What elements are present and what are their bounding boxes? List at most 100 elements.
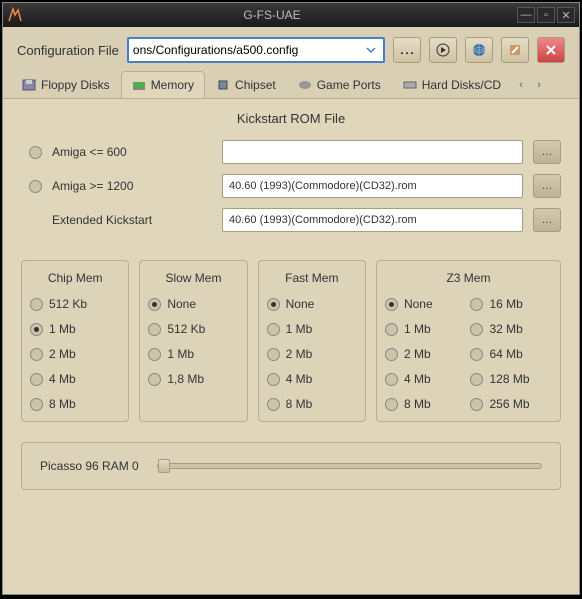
mem-option-label: 32 Mb: [489, 322, 522, 336]
mem-option[interactable]: 4 Mb: [267, 372, 357, 386]
mem-option-label: 16 Mb: [489, 297, 522, 311]
radio-icon[interactable]: [385, 373, 398, 386]
radio-icon[interactable]: [30, 398, 43, 411]
mem-option-label: 1 Mb: [167, 347, 194, 361]
kickstart-label: Amiga >= 1200: [52, 179, 212, 193]
mem-option-label: 4 Mb: [286, 372, 313, 386]
tab-floppy-disks[interactable]: Floppy Disks: [11, 71, 121, 98]
kickstart-input-amiga600[interactable]: [222, 140, 523, 164]
mem-option[interactable]: 8 Mb: [385, 397, 467, 411]
mem-option[interactable]: 1 Mb: [148, 347, 238, 361]
mem-option[interactable]: 2 Mb: [267, 347, 357, 361]
tab-label: Chipset: [235, 78, 276, 92]
kickstart-row-extended: Extended Kickstart …: [21, 208, 561, 232]
mem-option[interactable]: 8 Mb: [30, 397, 120, 411]
mem-option[interactable]: 2 Mb: [30, 347, 120, 361]
radio-icon[interactable]: [470, 398, 483, 411]
radio-icon[interactable]: [148, 298, 161, 311]
radio-icon[interactable]: [148, 348, 161, 361]
tab-scroll-left[interactable]: ‹: [512, 73, 530, 97]
mem-option[interactable]: 4 Mb: [30, 372, 120, 386]
radio-icon[interactable]: [470, 373, 483, 386]
radio-icon[interactable]: [30, 323, 43, 336]
close-button[interactable]: ✕: [557, 7, 575, 23]
maximize-button[interactable]: ▫: [537, 7, 555, 23]
browse-button[interactable]: …: [533, 174, 561, 198]
mem-option-label: 128 Mb: [489, 372, 529, 386]
browse-button[interactable]: …: [533, 140, 561, 164]
globe-button[interactable]: [465, 37, 493, 63]
mem-option[interactable]: 64 Mb: [470, 347, 552, 361]
kickstart-row-amiga1200: Amiga >= 1200 …: [21, 174, 561, 198]
tab-chipset[interactable]: Chipset: [205, 71, 287, 98]
radio-icon[interactable]: [148, 373, 161, 386]
tab-memory[interactable]: Memory: [121, 71, 205, 98]
radio-icon[interactable]: [470, 323, 483, 336]
app-window: G-FS-UAE — ▫ ✕ Configuration File … Flop: [2, 2, 580, 595]
radio-icon[interactable]: [267, 298, 280, 311]
app-icon: [7, 7, 23, 23]
picasso-ram-slider[interactable]: [157, 463, 542, 469]
browse-config-button[interactable]: …: [393, 37, 421, 63]
radio-icon[interactable]: [30, 373, 43, 386]
radio-icon[interactable]: [385, 348, 398, 361]
tab-game-ports[interactable]: Game Ports: [287, 71, 392, 98]
mem-option[interactable]: 1,8 Mb: [148, 372, 238, 386]
mem-option[interactable]: None: [148, 297, 238, 311]
browse-button[interactable]: …: [533, 208, 561, 232]
radio-icon[interactable]: [30, 348, 43, 361]
delete-button[interactable]: [537, 37, 565, 63]
radio-icon[interactable]: [267, 323, 280, 336]
kickstart-input-extended[interactable]: [222, 208, 523, 232]
play-button[interactable]: [429, 37, 457, 63]
edit-button[interactable]: [501, 37, 529, 63]
mem-option[interactable]: 4 Mb: [385, 372, 467, 386]
tab-label: Floppy Disks: [41, 78, 110, 92]
group-title: Fast Mem: [267, 271, 357, 285]
kickstart-input-amiga1200[interactable]: [222, 174, 523, 198]
chevron-down-icon[interactable]: [363, 42, 379, 58]
radio-icon[interactable]: [30, 298, 43, 311]
slider-thumb[interactable]: [158, 459, 170, 473]
config-file-combo[interactable]: [127, 37, 385, 63]
mem-option[interactable]: 512 Kb: [30, 297, 120, 311]
radio-icon[interactable]: [267, 398, 280, 411]
mem-option[interactable]: 1 Mb: [385, 322, 467, 336]
tab-scroll-right[interactable]: ›: [530, 73, 548, 97]
tab-label: Game Ports: [317, 78, 381, 92]
mem-option[interactable]: 1 Mb: [267, 322, 357, 336]
harddisk-icon: [403, 79, 417, 91]
mem-option[interactable]: None: [385, 297, 467, 311]
tab-hard-disks[interactable]: Hard Disks/CD: [392, 71, 512, 98]
mem-option[interactable]: 128 Mb: [470, 372, 552, 386]
titlebar: G-FS-UAE — ▫ ✕: [3, 3, 579, 27]
radio-icon[interactable]: [385, 398, 398, 411]
mem-option-label: 64 Mb: [489, 347, 522, 361]
radio-icon[interactable]: [267, 373, 280, 386]
minimize-button[interactable]: —: [517, 7, 535, 23]
radio-icon[interactable]: [148, 323, 161, 336]
config-file-input[interactable]: [133, 43, 363, 57]
mem-option[interactable]: 512 Kb: [148, 322, 238, 336]
mem-option[interactable]: 16 Mb: [470, 297, 552, 311]
radio-icon[interactable]: [385, 298, 398, 311]
floppy-icon: [22, 79, 36, 91]
mem-option-label: 2 Mb: [404, 347, 431, 361]
mem-option[interactable]: 256 Mb: [470, 397, 552, 411]
radio-icon[interactable]: [267, 348, 280, 361]
mem-option[interactable]: None: [267, 297, 357, 311]
mem-option-label: 4 Mb: [404, 372, 431, 386]
radio-amiga1200[interactable]: [29, 180, 42, 193]
mem-option[interactable]: 8 Mb: [267, 397, 357, 411]
mem-option-label: None: [286, 297, 315, 311]
mem-option[interactable]: 2 Mb: [385, 347, 467, 361]
radio-icon[interactable]: [470, 298, 483, 311]
memory-icon: [132, 79, 146, 91]
mem-option[interactable]: 32 Mb: [470, 322, 552, 336]
radio-icon[interactable]: [470, 348, 483, 361]
mem-option-label: 512 Kb: [167, 322, 205, 336]
radio-amiga600[interactable]: [29, 146, 42, 159]
mem-option[interactable]: 1 Mb: [30, 322, 120, 336]
radio-icon[interactable]: [385, 323, 398, 336]
kickstart-label: Extended Kickstart: [52, 213, 212, 227]
